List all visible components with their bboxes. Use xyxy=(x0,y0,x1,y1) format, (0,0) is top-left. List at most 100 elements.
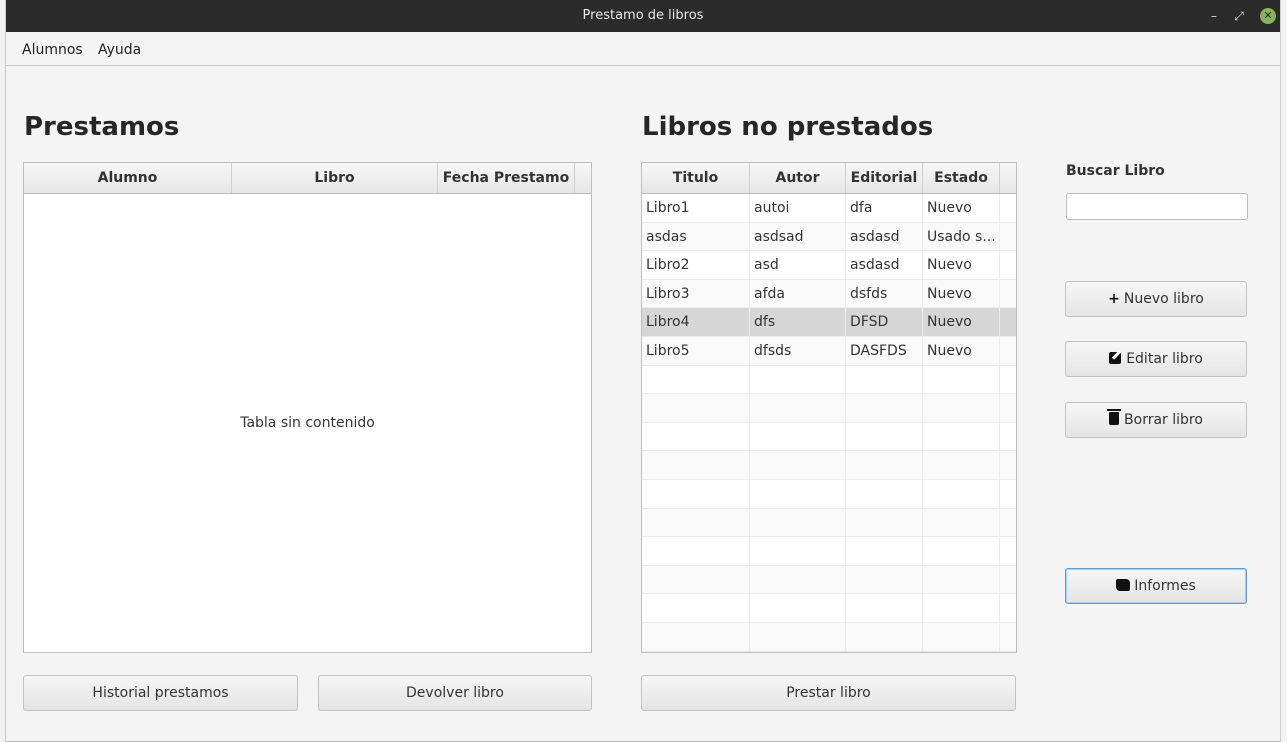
devolver-libro-button[interactable]: Devolver libro xyxy=(318,675,592,711)
table-row[interactable]: Libro3 afda dsfds Nuevo xyxy=(642,279,1016,309)
column-header-titulo[interactable]: Titulo xyxy=(642,163,750,193)
empty-table-row[interactable] xyxy=(642,480,1016,509)
column-header-editorial[interactable]: Editorial xyxy=(846,163,923,193)
cell-editorial: DFSD xyxy=(846,308,923,337)
cell-titulo: Libro2 xyxy=(642,251,750,280)
cell-estado xyxy=(923,480,1000,508)
cell-filler xyxy=(1000,423,1016,451)
cell-autor xyxy=(750,623,846,651)
nuevo-libro-label: Nuevo libro xyxy=(1123,291,1204,307)
cell-autor xyxy=(750,508,846,537)
cell-estado xyxy=(923,565,1000,594)
prestamos-title: Prestamos xyxy=(24,112,180,142)
cell-autor: asd xyxy=(750,251,846,280)
prestamos-table[interactable]: Alumno Libro Fecha Prestamo Tabla sin co… xyxy=(23,162,592,653)
cell-filler xyxy=(1000,223,1016,251)
empty-table-row[interactable] xyxy=(642,451,1016,480)
borrar-libro-button[interactable]: Borrar libro xyxy=(1065,402,1247,438)
cell-filler xyxy=(1000,280,1016,308)
table-row[interactable]: Libro2 asd asdasd Nuevo xyxy=(642,251,1016,280)
cell-titulo xyxy=(642,565,750,594)
table-row[interactable]: Libro4 dfs DFSD Nuevo xyxy=(642,308,1016,337)
menu-bar: Alumnos Ayuda xyxy=(6,32,1280,66)
editar-libro-label: Editar libro xyxy=(1126,351,1203,367)
cell-filler xyxy=(1000,623,1016,651)
column-header-fecha-prestamo[interactable]: Fecha Prestamo xyxy=(438,163,575,193)
cell-filler xyxy=(1000,337,1016,365)
empty-table-row[interactable] xyxy=(642,508,1016,538)
borrar-libro-label: Borrar libro xyxy=(1124,412,1203,428)
cell-filler xyxy=(1000,308,1016,336)
cell-editorial xyxy=(846,537,923,566)
cell-editorial xyxy=(846,422,923,451)
empty-table-row[interactable] xyxy=(642,422,1016,452)
cell-estado: Nuevo xyxy=(923,337,1000,365)
empty-table-row[interactable] xyxy=(642,565,1016,595)
window-title: Prestamo de libros xyxy=(582,8,704,23)
cell-estado xyxy=(923,365,1000,394)
empty-table-row[interactable] xyxy=(642,594,1016,623)
cell-editorial: dsfds xyxy=(846,279,923,308)
libros-table[interactable]: Titulo Autor Editorial Estado Libro1 auto… xyxy=(641,162,1017,653)
title-bar: Prestamo de libros – ⤢ ✕ xyxy=(6,0,1280,32)
column-header-estado[interactable]: Estado xyxy=(923,163,1000,193)
editar-libro-button[interactable]: Editar libro xyxy=(1065,341,1247,377)
cell-titulo xyxy=(642,480,750,508)
cell-editorial xyxy=(846,480,923,508)
maximize-button[interactable]: ⤢ xyxy=(1231,8,1247,24)
app-window: Prestamo de libros – ⤢ ✕ Alumnos Ayuda P… xyxy=(5,0,1281,742)
cell-estado xyxy=(923,394,1000,423)
prestar-libro-button[interactable]: Prestar libro xyxy=(641,675,1016,711)
column-header-autor[interactable]: Autor xyxy=(750,163,846,193)
cell-filler xyxy=(1000,366,1016,394)
scroll-icon xyxy=(1116,579,1131,591)
cell-editorial: dfa xyxy=(846,194,923,222)
cell-filler xyxy=(1000,194,1016,222)
informes-button[interactable]: Informes xyxy=(1065,568,1247,604)
nuevo-libro-button[interactable]: + Nuevo libro xyxy=(1065,281,1247,317)
cell-autor xyxy=(750,422,846,451)
cell-filler xyxy=(1000,480,1016,508)
column-header-alumno[interactable]: Alumno xyxy=(24,163,232,193)
minimize-button[interactable]: – xyxy=(1206,8,1222,24)
table-row[interactable]: Libro1 autoi dfa Nuevo xyxy=(642,194,1016,223)
column-header-filler xyxy=(1000,163,1016,193)
cell-estado xyxy=(923,422,1000,451)
historial-prestamos-button[interactable]: Historial prestamos xyxy=(23,675,298,711)
cell-filler xyxy=(1000,566,1016,594)
cell-estado xyxy=(923,537,1000,566)
informes-label: Informes xyxy=(1134,578,1196,594)
column-header-libro[interactable]: Libro xyxy=(232,163,438,193)
cell-editorial xyxy=(846,451,923,480)
close-button[interactable]: ✕ xyxy=(1260,8,1276,24)
cell-editorial xyxy=(846,594,923,623)
column-header-filler xyxy=(575,163,591,193)
cell-autor xyxy=(750,451,846,480)
menu-alumnos[interactable]: Alumnos xyxy=(22,42,83,58)
cell-autor: afda xyxy=(750,279,846,308)
cell-estado: Nuevo xyxy=(923,279,1000,308)
empty-table-row[interactable] xyxy=(642,394,1016,423)
cell-estado: Nuevo xyxy=(923,251,1000,280)
plus-icon: + xyxy=(1108,291,1120,307)
cell-filler xyxy=(1000,394,1016,422)
cell-autor xyxy=(750,594,846,623)
cell-autor xyxy=(750,365,846,394)
cell-estado xyxy=(923,623,1000,651)
table-row[interactable]: asdas asdsad asdasd Usado s... xyxy=(642,222,1016,252)
cell-autor: dfs xyxy=(750,308,846,337)
buscar-libro-input[interactable] xyxy=(1066,193,1248,220)
cell-estado xyxy=(923,451,1000,480)
empty-table-row[interactable] xyxy=(642,623,1016,652)
cell-autor xyxy=(750,565,846,594)
empty-table-row[interactable] xyxy=(642,537,1016,566)
menu-ayuda[interactable]: Ayuda xyxy=(98,42,141,58)
table-row[interactable]: Libro5 dfsds DASFDS Nuevo xyxy=(642,337,1016,366)
cell-estado: Nuevo xyxy=(923,308,1000,337)
empty-table-row[interactable] xyxy=(642,365,1016,395)
cell-filler xyxy=(1000,509,1016,537)
cell-estado: Usado s... xyxy=(923,222,1000,251)
cell-titulo: Libro5 xyxy=(642,337,750,365)
libros-table-body: Libro1 autoi dfa Nuevo asdas asdsad asdasd Usad… xyxy=(642,194,1016,652)
cell-autor xyxy=(750,394,846,423)
